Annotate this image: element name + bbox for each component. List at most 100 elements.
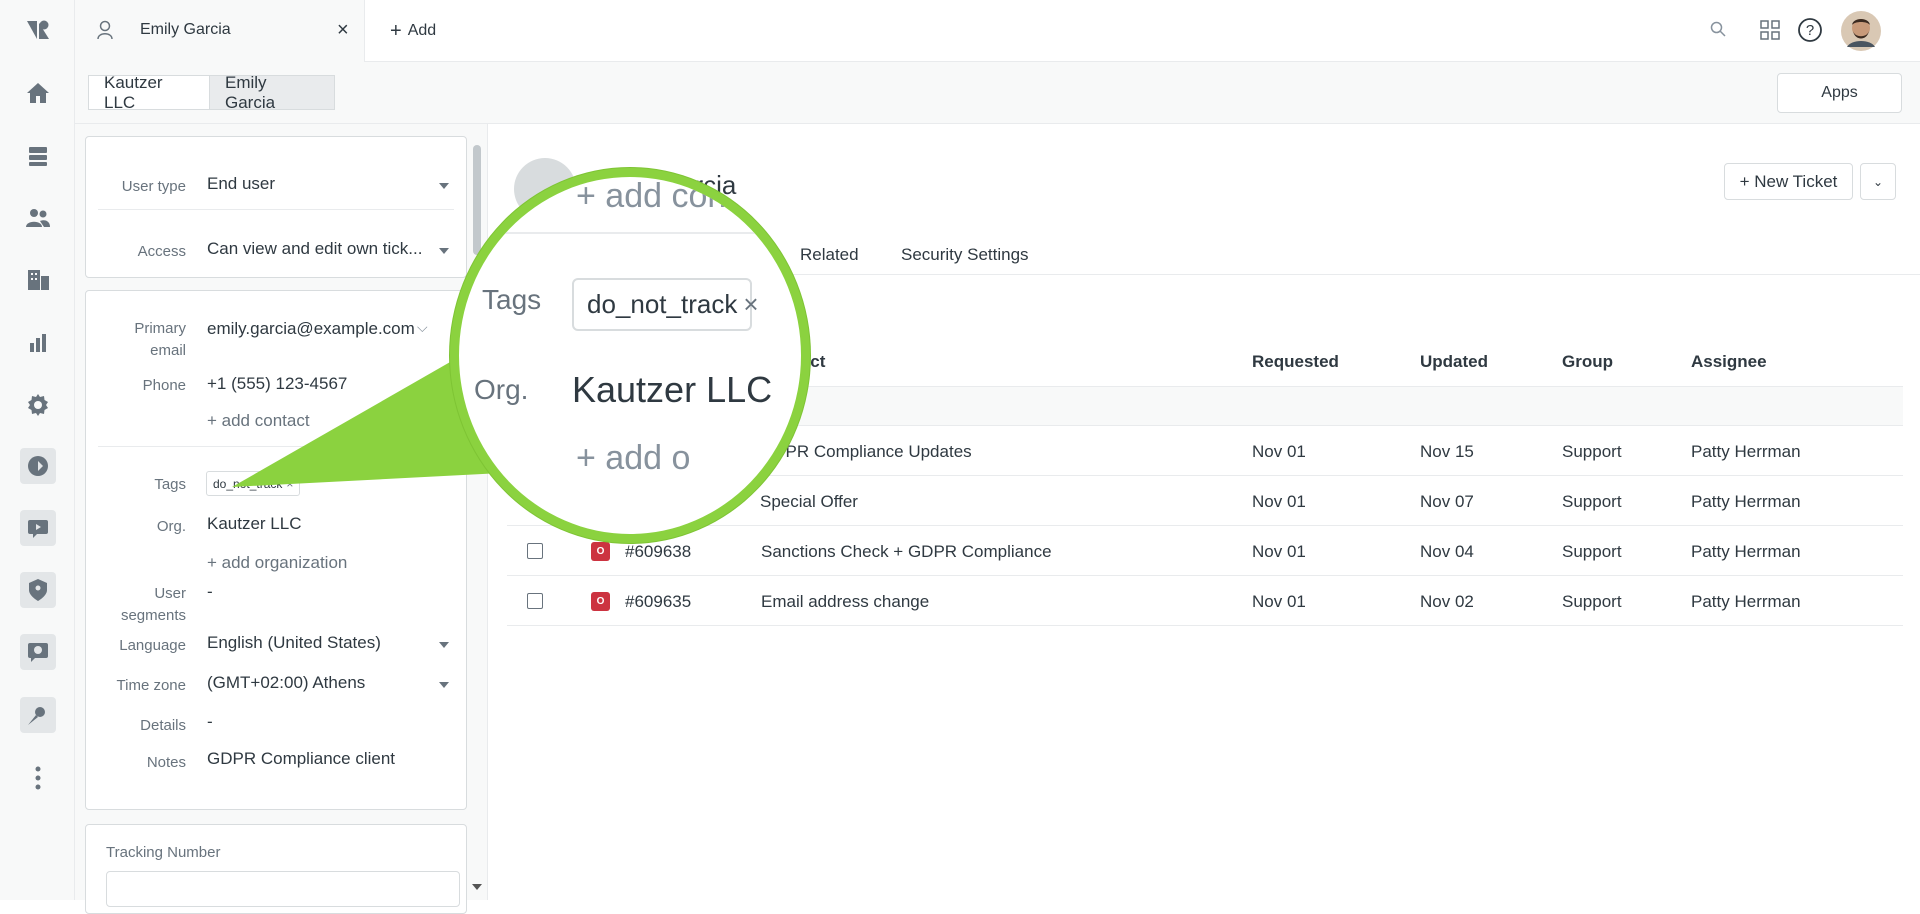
chevron-down-icon: ⌄ — [1872, 174, 1884, 189]
user-properties-panel: User type End user Access Can view and e… — [75, 124, 488, 914]
language-select[interactable]: English (United States) — [207, 633, 381, 653]
tab-security-settings[interactable]: Security Settings — [901, 245, 1029, 265]
phone-label: Phone — [142, 377, 186, 394]
magnified-tag-chip: do_not_track × — [572, 278, 759, 331]
divider — [98, 209, 454, 210]
user-type-card: User type End user Access Can view and e… — [85, 136, 467, 278]
tab-user-emily-garcia[interactable]: Emily Garcia × — [75, 0, 365, 62]
chevron-down-icon[interactable]: ⌵ — [417, 319, 428, 336]
breadcrumb-organization[interactable]: Kautzer LLC — [88, 73, 210, 112]
chevron-down-icon[interactable] — [439, 642, 449, 648]
close-tab-icon[interactable]: × — [337, 19, 349, 42]
ticket-updated: Nov 07 — [1420, 492, 1474, 511]
magnified-org-label: Org. — [474, 374, 529, 405]
tracking-number-card: Tracking Number — [85, 824, 467, 914]
magnified-tags-label: Tags — [482, 284, 542, 315]
ticket-requested: Nov 01 — [1252, 542, 1306, 561]
details-value[interactable]: - — [207, 712, 213, 732]
row-checkbox[interactable] — [527, 593, 543, 609]
reporting-icon[interactable] — [22, 327, 54, 359]
row-divider — [507, 525, 1903, 526]
add-organization-link[interactable]: + add organization — [207, 553, 347, 573]
product-tray-icon[interactable] — [1760, 20, 1780, 45]
user-icon — [97, 20, 113, 45]
user-type-label: User type — [121, 178, 186, 195]
ticket-group: Support — [1562, 542, 1622, 561]
new-ticket-button[interactable]: + New Ticket — [1724, 163, 1853, 200]
chevron-down-icon[interactable] — [439, 682, 449, 688]
remove-tag-icon[interactable]: × — [286, 477, 293, 491]
column-updated[interactable]: Updated — [1420, 352, 1488, 372]
apps-button[interactable]: Apps — [1777, 73, 1902, 113]
notes-value[interactable]: GDPR Compliance client — [207, 749, 395, 769]
new-ticket-options-button[interactable]: ⌄ — [1860, 163, 1896, 200]
ticket-id[interactable]: #609635 — [625, 592, 691, 612]
scrollbar-thumb[interactable] — [473, 145, 481, 255]
ticket-id[interactable]: #609638 — [625, 542, 691, 562]
customers-icon[interactable] — [22, 202, 54, 234]
add-label: Add — [407, 22, 437, 39]
tab-user-label: Emily Garcia — [140, 21, 231, 38]
user-segments-label-line2: segments — [120, 607, 186, 624]
notes-label: Notes — [146, 754, 186, 771]
search-icon[interactable] — [1709, 20, 1727, 43]
magnified-add-org: + add o — [576, 439, 691, 477]
org-label: Org. — [156, 518, 186, 535]
tracking-number-input[interactable] — [106, 871, 460, 907]
ticket-assignee: Patty Herrman — [1691, 442, 1801, 461]
ticket-subject[interactable]: GDPR Compliance Updates — [760, 442, 972, 462]
zendesk-logo-icon[interactable] — [22, 14, 54, 46]
reports-app-icon[interactable] — [20, 697, 56, 733]
ticket-group: Support — [1562, 492, 1622, 511]
phone-value[interactable]: +1 (555) 123-4567 — [207, 374, 347, 394]
organizations-icon[interactable] — [22, 264, 54, 296]
row-checkbox[interactable] — [527, 543, 543, 559]
tags-label: Tags — [154, 476, 186, 493]
user-segments-label-line1: User — [154, 585, 186, 602]
ticket-updated: Nov 15 — [1420, 442, 1474, 461]
svg-text:?: ? — [1806, 22, 1814, 39]
primary-email-value[interactable]: emily.garcia@example.com — [207, 319, 415, 339]
chevron-down-icon[interactable] — [439, 183, 449, 189]
user-type-select[interactable]: End user — [207, 174, 275, 194]
primary-email-label-line2: email — [150, 342, 186, 359]
status-badge: O — [591, 592, 610, 611]
help-icon[interactable]: ? — [1797, 17, 1823, 48]
ticket-subject[interactable]: Special Offer — [760, 492, 858, 512]
column-group[interactable]: Group — [1562, 352, 1613, 372]
primary-email-label-line1: Primary — [134, 320, 186, 337]
views-icon[interactable] — [22, 140, 54, 172]
column-assignee[interactable]: Assignee — [1691, 352, 1767, 372]
add-tab-button[interactable]: + Add — [390, 0, 436, 62]
ticket-group: Support — [1562, 592, 1622, 611]
tag-chip[interactable]: do_not_track × — [206, 471, 301, 496]
add-contact-link[interactable]: + add contact — [207, 411, 310, 431]
user-segments-value: - — [207, 582, 213, 601]
chat-app-icon[interactable] — [20, 634, 56, 670]
ticket-subject[interactable]: Email address change — [761, 592, 929, 612]
row-divider — [507, 625, 1903, 626]
timezone-label: Time zone — [116, 677, 186, 694]
details-label: Details — [140, 717, 186, 734]
ticket-requested: Nov 01 — [1252, 592, 1306, 611]
guide-app-icon[interactable] — [20, 510, 56, 546]
scroll-down-arrow-icon[interactable] — [472, 884, 482, 890]
column-requested[interactable]: Requested — [1252, 352, 1339, 372]
ticket-group: Support — [1562, 442, 1622, 461]
access-select[interactable]: Can view and edit own tick... — [207, 239, 422, 259]
settings-gear-icon[interactable] — [22, 389, 54, 421]
explore-app-icon[interactable] — [20, 448, 56, 484]
tab-related[interactable]: Related — [800, 245, 859, 265]
ticket-subject[interactable]: Sanctions Check + GDPR Compliance — [761, 542, 1052, 562]
home-icon[interactable] — [22, 77, 54, 109]
more-vertical-icon[interactable] — [22, 762, 54, 794]
avatar[interactable] — [1841, 11, 1881, 56]
access-label: Access — [137, 243, 186, 260]
timezone-select[interactable]: (GMT+02:00) Athens — [207, 673, 365, 693]
security-app-icon[interactable] — [20, 572, 56, 608]
tag-text: do_not_track — [213, 476, 283, 491]
breadcrumb-user[interactable]: Emily Garcia — [209, 73, 335, 112]
chevron-down-icon[interactable] — [439, 248, 449, 254]
org-value[interactable]: Kautzer LLC — [207, 514, 302, 534]
divider — [98, 446, 454, 447]
